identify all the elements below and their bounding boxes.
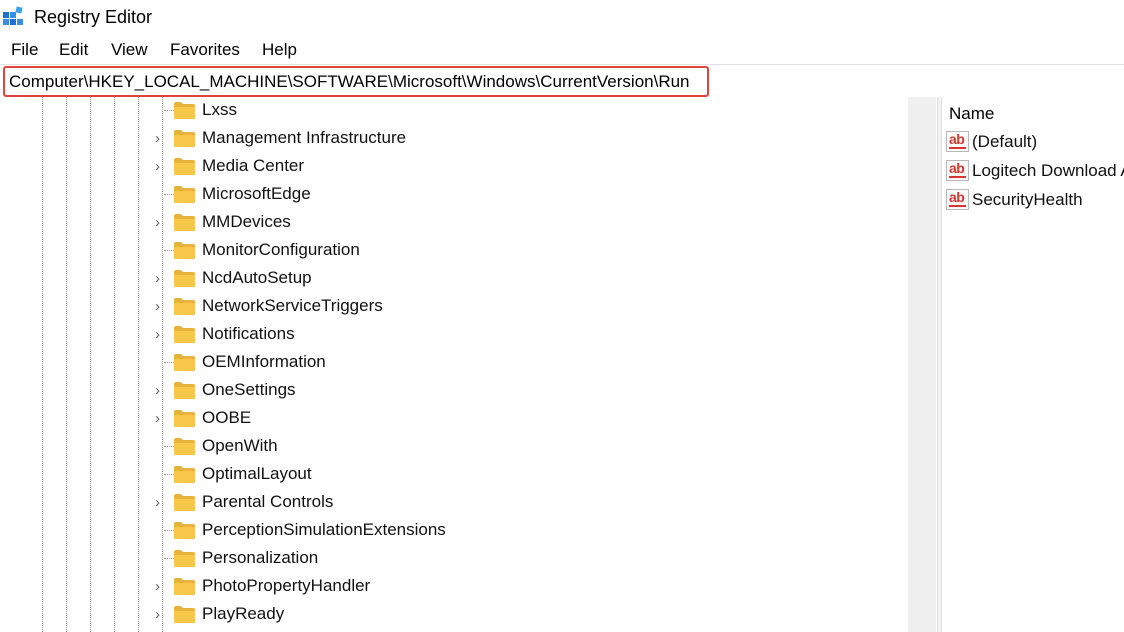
- tree-item-label: NetworkServiceTriggers: [202, 296, 383, 315]
- folder-icon: [174, 214, 195, 231]
- window-title: Registry Editor: [34, 7, 153, 27]
- tree-item[interactable]: › Management Infrastructure: [0, 125, 907, 153]
- string-value-icon: ab: [946, 131, 969, 152]
- folder-icon: [174, 130, 195, 147]
- tree-item-label: PlayReady: [202, 604, 285, 623]
- tree-item[interactable]: › NcdAutoSetup: [0, 265, 907, 293]
- tree-item[interactable]: OptimalLayout: [0, 461, 907, 489]
- tree-item-label: Personalization: [202, 548, 319, 567]
- chevron-right-icon[interactable]: ›: [155, 270, 167, 288]
- value-row[interactable]: ab (Default): [946, 129, 1124, 157]
- address-bar[interactable]: Computer\HKEY_LOCAL_MACHINE\SOFTWARE\Mic…: [0, 64, 1124, 98]
- tree-item-label: OneSettings: [202, 380, 296, 399]
- tree-item-label: NcdAutoSetup: [202, 268, 312, 287]
- value-name: (Default): [972, 132, 1038, 151]
- tree-item-label: Media Center: [202, 156, 305, 175]
- folder-icon: [174, 522, 195, 539]
- values-pane[interactable]: Name ab(Default)abLogitech Download Assi…: [942, 97, 1124, 632]
- tree-item-label: PhotoPropertyHandler: [202, 576, 371, 595]
- value-row[interactable]: abLogitech Download Assistant: [946, 158, 1124, 186]
- folder-icon: [174, 158, 195, 175]
- tree-item[interactable]: › PlayReady: [0, 601, 907, 629]
- folder-icon: [174, 606, 195, 623]
- tree-item[interactable]: Lxss: [0, 97, 907, 125]
- registry-editor-icon: [3, 6, 23, 25]
- folder-icon: [174, 410, 195, 427]
- tree-item[interactable]: PerceptionSimulationExtensions: [0, 517, 907, 545]
- tree-item[interactable]: › Notifications: [0, 321, 907, 349]
- folder-icon: [174, 186, 195, 203]
- chevron-right-icon[interactable]: ›: [155, 494, 167, 512]
- tree-item[interactable]: › MMDevices: [0, 209, 907, 237]
- tree-item-label: PerceptionSimulationExtensions: [202, 520, 446, 539]
- tree-item-label: OpenWith: [202, 436, 278, 455]
- title-bar: Registry Editor: [0, 0, 1124, 36]
- folder-icon: [174, 494, 195, 511]
- menu-help[interactable]: Help: [262, 40, 297, 60]
- chevron-right-icon[interactable]: ›: [155, 382, 167, 400]
- tree-item-label: MonitorConfiguration: [202, 240, 360, 259]
- tree-item-label: MicrosoftEdge: [202, 184, 311, 203]
- chevron-right-icon[interactable]: ›: [155, 214, 167, 232]
- folder-icon: [174, 102, 195, 119]
- chevron-right-icon[interactable]: ›: [155, 326, 167, 344]
- folder-icon: [174, 354, 195, 371]
- value-name: Logitech Download Assistant: [972, 161, 1124, 180]
- tree-item-label: OOBE: [202, 408, 252, 427]
- tree-item-label: Parental Controls: [202, 492, 334, 511]
- tree-item[interactable]: MicrosoftEdge: [0, 181, 907, 209]
- tree-item[interactable]: OEMInformation: [0, 349, 907, 377]
- tree-item[interactable]: Personalization: [0, 545, 907, 573]
- menu-favorites[interactable]: Favorites: [170, 40, 240, 60]
- chevron-right-icon[interactable]: ›: [155, 410, 167, 428]
- tree-scrollbar[interactable]: [908, 97, 936, 632]
- chevron-right-icon[interactable]: ›: [155, 298, 167, 316]
- folder-icon: [174, 298, 195, 315]
- tree-item-label: Management Infrastructure: [202, 128, 407, 147]
- folder-icon: [174, 382, 195, 399]
- tree-item-label: OEMInformation: [202, 352, 326, 371]
- folder-icon: [174, 466, 195, 483]
- tree-item[interactable]: MonitorConfiguration: [0, 237, 907, 265]
- menu-bar: File Edit View Favorites Help: [0, 37, 1124, 63]
- value-row[interactable]: ab SecurityHealth: [946, 187, 1124, 215]
- tree-item[interactable]: › OneSettings: [0, 377, 907, 405]
- tree-item[interactable]: › Media Center: [0, 153, 907, 181]
- folder-icon: [174, 242, 195, 259]
- string-value-icon: ab: [946, 189, 969, 210]
- tree-item-label: Lxss: [202, 100, 237, 119]
- tree-item-label: MMDevices: [202, 212, 291, 231]
- folder-icon: [174, 270, 195, 287]
- tree-item[interactable]: › Parental Controls: [0, 489, 907, 517]
- column-header-name[interactable]: Name: [949, 104, 994, 124]
- tree-item[interactable]: › OOBE: [0, 405, 907, 433]
- tree-item[interactable]: › NetworkServiceTriggers: [0, 293, 907, 321]
- tree-item[interactable]: OpenWith: [0, 433, 907, 461]
- chevron-right-icon[interactable]: ›: [155, 606, 167, 624]
- folder-icon: [174, 578, 195, 595]
- chevron-right-icon[interactable]: ›: [155, 130, 167, 148]
- key-tree-pane[interactable]: Lxss › Management Infrastructure › Media Cen…: [0, 97, 937, 632]
- chevron-right-icon[interactable]: ›: [155, 158, 167, 176]
- folder-icon: [174, 438, 195, 455]
- menu-edit[interactable]: Edit: [59, 40, 88, 60]
- menu-file[interactable]: File: [11, 40, 38, 60]
- menu-view[interactable]: View: [111, 40, 148, 60]
- tree-item-label: Notifications: [202, 324, 295, 343]
- tree-item-label: OptimalLayout: [202, 464, 312, 483]
- tree-item[interactable]: › PhotoPropertyHandler: [0, 573, 907, 601]
- string-value-icon: ab: [946, 160, 969, 181]
- chevron-right-icon[interactable]: ›: [155, 578, 167, 596]
- folder-icon: [174, 326, 195, 343]
- address-path[interactable]: Computer\HKEY_LOCAL_MACHINE\SOFTWARE\Mic…: [9, 72, 690, 92]
- value-name: SecurityHealth: [972, 190, 1083, 209]
- folder-icon: [174, 550, 195, 567]
